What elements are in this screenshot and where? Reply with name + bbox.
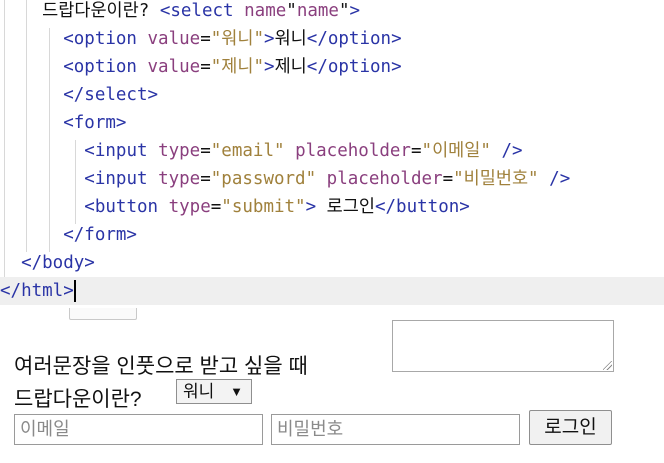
code-token: > [264,29,275,49]
code-token: "비밀번호" [453,169,539,189]
code-token: " [286,1,297,21]
rendered-preview: 여러문장을 인풋으로 받고 싶을 때 드랍다운이란? 워니 ▼ 이메일 비밀번호… [0,308,664,463]
code-line: <input type="password" placeholder="비밀번호… [0,165,570,193]
code-line: <option value="워니">워니</option> [0,25,402,53]
code-line: </body> [0,249,95,277]
code-token: "제니" [210,57,265,77]
email-placeholder: 이메일 [20,419,70,439]
name-select[interactable]: 워니 ▼ [176,379,252,404]
code-token: </html> [0,281,74,301]
password-field[interactable]: 비밀번호 [271,414,520,445]
code-token: 제니 [274,57,307,77]
code-token: = [200,57,211,77]
code-token: " [338,1,350,21]
code-token: /> [549,169,571,189]
code-token: placeholder [326,169,443,189]
code-token: </form> [63,225,137,245]
code-token: </option> [306,57,402,77]
code-token: type [158,169,201,189]
code-token: "워니" [210,29,265,49]
code-editor[interactable]: 드랍다운이란? <select name"name"> <option valu… [0,0,664,308]
dropdown-label: 드랍다운이란? [14,388,142,411]
code-token: > [349,1,361,21]
code-token: "email" [210,141,285,161]
code-token: type [158,141,201,161]
code-line: <form> [0,109,126,137]
code-token: <option [63,29,148,49]
code-token: <select [159,1,245,21]
code-token: 로그인 [316,197,375,217]
code-token: name [296,1,339,21]
code-token: > [264,57,275,77]
code-token: type [168,197,211,217]
code-token: </option> [306,29,402,49]
login-button[interactable]: 로그인 [529,410,612,445]
code-token: value [147,57,201,77]
code-line: </select> [0,81,158,109]
code-token: = [200,169,211,189]
chevron-down-icon: ▼ [230,384,243,399]
code-token: <button [84,197,169,217]
resize-handle-icon[interactable] [603,361,612,370]
code-token: <form> [63,113,127,133]
code-line: </html> [0,277,664,305]
code-token: placeholder [295,141,411,161]
partial-button[interactable] [69,308,137,320]
code-token: "password" [210,169,317,189]
code-token: "submit" [221,197,306,217]
textarea-input[interactable] [392,320,614,372]
code-line: <option value="제니">제니</option> [0,53,402,81]
code-line: <input type="email" placeholder="이메일" /> [0,137,523,165]
code-token: </button> [374,197,470,217]
code-token: = [410,141,422,161]
code-token: = [442,169,454,189]
code-token: = [210,197,222,217]
code-token: value [147,29,201,49]
code-line: 드랍다운이란? <select name"name"> [0,0,360,25]
code-token: <option [63,57,148,77]
code-token: name [244,1,287,21]
code-token: /> [501,141,523,161]
code-token: </select> [63,85,159,105]
sentence-text: 여러문장을 인풋으로 받고 싶을 때 [14,355,308,378]
password-placeholder: 비밀번호 [277,419,344,439]
text-cursor [73,280,76,302]
code-token: = [200,141,211,161]
code-token: 워니 [274,29,307,49]
code-token: = [200,29,211,49]
code-token: > [305,197,317,217]
code-token: <input [84,169,159,189]
code-line: </form> [0,221,137,249]
select-value: 워니 [183,382,215,401]
code-token: "이메일" [421,141,491,161]
code-token: 드랍다운이란? [0,1,160,21]
email-field[interactable]: 이메일 [14,414,263,445]
code-token: </body> [21,253,95,273]
code-line: <button type="submit"> 로그인</button> [0,193,470,221]
code-token: <input [84,141,159,161]
